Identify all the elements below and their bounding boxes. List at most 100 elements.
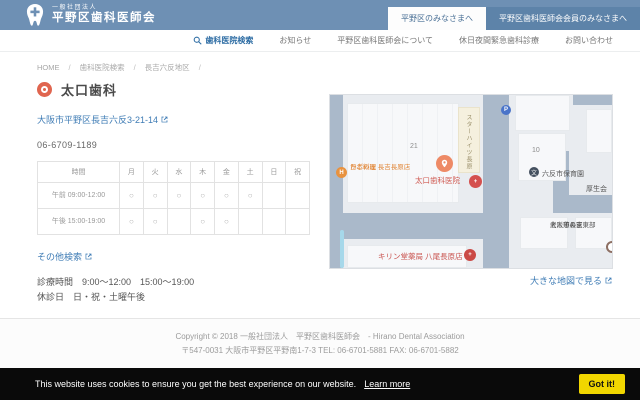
tooth-logo-icon	[24, 3, 46, 27]
breadcrumb-item-1[interactable]: 歯科医院検索	[80, 62, 125, 73]
breadcrumb-separator: /	[69, 63, 71, 72]
schedule-col-header: 金	[215, 162, 239, 183]
schedule-mark-cell: ○	[215, 209, 239, 235]
site-logo[interactable]: 一般社団法人 平野区歯科医師会	[24, 3, 156, 27]
schedule-mark-cell	[167, 209, 191, 235]
closed-days: 休診日 日・祝・土曜午後	[37, 290, 640, 305]
tab-members[interactable]: 平野区歯科医師会会員のみなさまへ	[486, 7, 640, 30]
page-title: 太口歯科	[61, 80, 117, 99]
table-row: 午後 15:00-19:00○○○○	[38, 209, 310, 235]
map-road-horizontal	[330, 213, 483, 239]
logo-text: 一般社団法人 平野区歯科医師会	[52, 5, 156, 25]
schedule-row-label: 午前 09:00-12:00	[38, 183, 120, 209]
org-name-label: 平野区歯科医師会	[52, 12, 156, 25]
schedule-mark-cell	[286, 209, 310, 235]
breadcrumb-item-2[interactable]: 長吉六反地区	[145, 62, 190, 73]
nav-item-label: 休日夜間緊急歯科診療	[459, 35, 539, 46]
schedule-mark-cell	[262, 183, 286, 209]
map-building-block	[515, 95, 570, 131]
schedule-table: 時間月火水木金土日祝 午前 09:00-12:00○○○○○○午後 15:00-…	[37, 161, 310, 235]
map-block-number: 10	[532, 147, 540, 154]
external-link-icon	[85, 253, 92, 260]
breadcrumb: HOME/歯科医院検索/長吉六反地区/	[37, 62, 640, 73]
schedule-col-header: 木	[191, 162, 215, 183]
learn-more-link[interactable]: Learn more	[364, 379, 410, 389]
page: { "header": { "org_type": "一般社団法人", "org…	[0, 0, 640, 400]
map-building-block	[347, 103, 459, 203]
cookie-message: This website uses cookies to ensure you …	[35, 379, 356, 389]
breadcrumb-item-0[interactable]: HOME	[37, 63, 60, 72]
got-it-button[interactable]: Got it!	[579, 374, 626, 394]
schedule-col-header: 日	[262, 162, 286, 183]
star-heights-label: スターハイツ長原	[464, 114, 473, 170]
schedule-mark-cell	[262, 209, 286, 235]
nav-item-4[interactable]: お問い合わせ	[552, 35, 626, 46]
table-row: 午前 09:00-12:00○○○○○○	[38, 183, 310, 209]
map-pin-glyph	[440, 159, 449, 168]
nav-item-1[interactable]: お知らせ	[266, 35, 324, 46]
nav-item-label: お知らせ	[279, 35, 311, 46]
map-road-right-horizontal	[553, 195, 612, 213]
schedule-col-header: 月	[120, 162, 144, 183]
nav-item-label: 歯科医院検索	[205, 35, 253, 46]
schedule-col-header: 水	[167, 162, 191, 183]
larger-map-link[interactable]: 大きな地図で見る	[530, 274, 612, 287]
nav-menu: 歯科医院検索 お知らせ 平野区歯科医師会について 休日夜間緊急歯科診療 お問い合わせ	[0, 30, 640, 52]
schedule-mark-cell: ○	[215, 183, 239, 209]
map-stream	[340, 230, 344, 268]
map-poi-icon[interactable]	[606, 241, 612, 253]
nav-item-label: 平野区歯科医師会について	[337, 35, 433, 46]
schedule-table-body: 午前 09:00-12:00○○○○○○午後 15:00-19:00○○○○	[38, 183, 310, 235]
schedule-row-label: 午後 15:00-19:00	[38, 209, 120, 235]
nav-item-0[interactable]: 歯科医院検索	[180, 35, 266, 46]
map-canvas[interactable]: スターハイツ長原 21 10 P H かごの屋 長吉長原店 日本料理 + 太口歯…	[330, 95, 612, 268]
larger-map-text: 大きな地図で見る	[530, 274, 602, 287]
schedule-col-header: 土	[238, 162, 262, 183]
schedule-table-head: 時間月火水木金土日祝	[38, 162, 310, 183]
other-search-link[interactable]: その他検索	[37, 250, 92, 263]
schedule-col-header: 火	[143, 162, 167, 183]
address-link[interactable]: 大阪市平野区長吉六反3-21-14	[37, 113, 168, 126]
map-road-topright-stub	[573, 95, 612, 105]
map-building-star-heights: スターハイツ長原	[458, 107, 480, 173]
clinic-map-label: 太口歯科医院	[415, 175, 460, 186]
schedule-mark-cell: ○	[191, 183, 215, 209]
copyright-line: Copyright © 2018 一般社団法人 平野区歯科医師会 - Hiran…	[0, 330, 640, 344]
schedule-mark-cell: ○	[167, 183, 191, 209]
cookie-banner: This website uses cookies to ensure you …	[0, 368, 640, 400]
schedule-mark-cell	[238, 209, 262, 235]
restaurant-icon[interactable]: H	[336, 167, 347, 178]
schedule-mark-cell: ○	[120, 183, 144, 209]
search-icon	[193, 36, 202, 45]
map-building-block	[586, 109, 612, 153]
schedule-mark-cell: ○	[238, 183, 262, 209]
nav-item-2[interactable]: 平野区歯科医師会について	[324, 35, 446, 46]
schedule-mark-cell: ○	[143, 183, 167, 209]
address-text: 大阪市平野区長吉六反3-21-14	[37, 113, 158, 126]
map-block-number: 21	[410, 143, 418, 150]
pharmacy-icon[interactable]: +	[464, 249, 476, 261]
footer-contact-line: 〒547-0031 大阪市平野区平野南1-7-3 TEL: 06-6701-58…	[0, 344, 640, 358]
tab-residents[interactable]: 平野区のみなさまへ	[388, 7, 486, 30]
schedule-col-header: 祝	[286, 162, 310, 183]
external-link-icon	[605, 277, 612, 284]
external-link-icon	[161, 116, 168, 123]
clinic-map-marker-icon[interactable]	[436, 155, 453, 172]
location-pin-icon	[37, 82, 52, 97]
pharmacy-label: キリン堂薬局 八尾長原店	[378, 251, 463, 262]
audience-tabs: 平野区のみなさまへ 平野区歯科医師会会員のみなさまへ	[388, 7, 640, 30]
breadcrumb-separator: /	[134, 63, 136, 72]
parking-icon[interactable]: P	[501, 105, 511, 115]
other-search-text: その他検索	[37, 250, 82, 263]
clinic-poi-icon[interactable]: +	[469, 175, 482, 188]
schedule-mark-cell: ○	[143, 209, 167, 235]
schedule-mark-cell: ○	[191, 209, 215, 235]
nursery-label: 六反市保育園	[542, 169, 584, 179]
nav-item-3[interactable]: 休日夜間緊急歯科診療	[446, 35, 552, 46]
school-icon[interactable]: 文	[529, 167, 539, 177]
map-column: スターハイツ長原 21 10 P H かごの屋 長吉長原店 日本料理 + 太口歯…	[330, 95, 612, 287]
org-type-label: 一般社団法人	[52, 5, 156, 12]
nav-item-label: お問い合わせ	[565, 35, 613, 46]
schedule-mark-cell: ○	[120, 209, 144, 235]
kosei-label: 厚生会	[586, 184, 607, 194]
